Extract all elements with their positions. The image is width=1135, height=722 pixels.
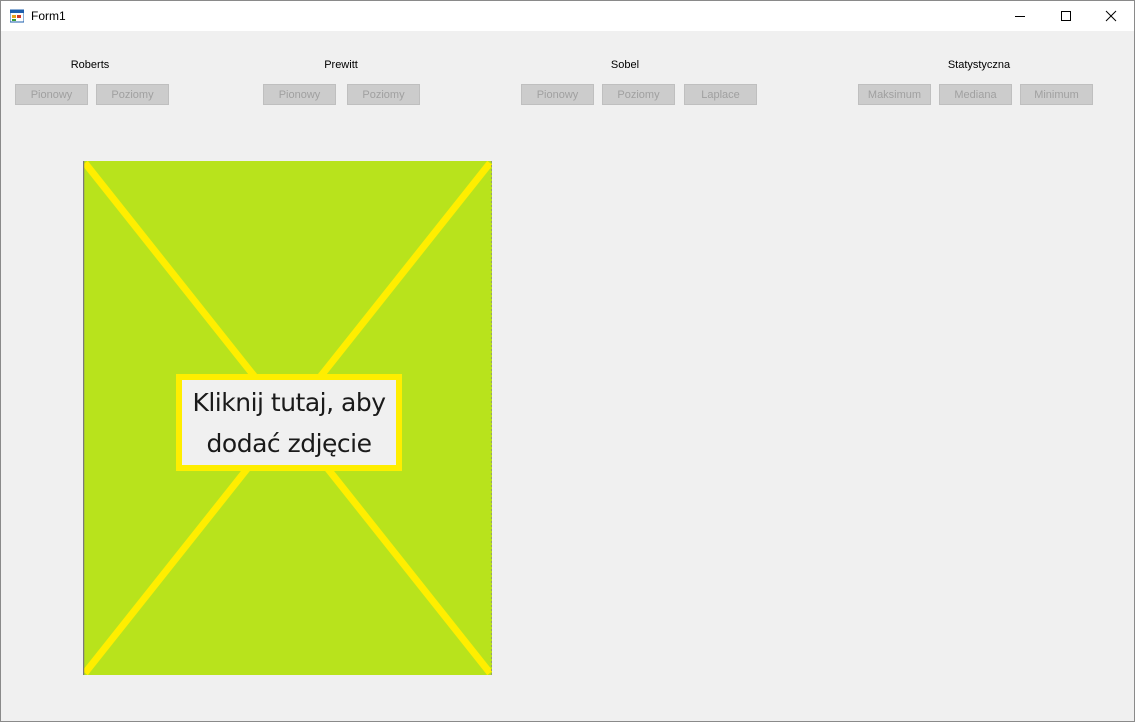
maximum-button[interactable]: Maksimum: [858, 84, 931, 105]
image-picture-box[interactable]: Kliknij tutaj, aby dodać zdjęcie: [83, 161, 492, 675]
sobel-laplace-button[interactable]: Laplace: [684, 84, 757, 105]
minimize-button[interactable]: [997, 1, 1043, 31]
main-window: Form1 Roberts Pionowy Poziomy Prewitt Pi…: [0, 0, 1135, 722]
add-image-prompt[interactable]: Kliknij tutaj, aby dodać zdjęcie: [176, 374, 402, 471]
prewitt-vertical-button[interactable]: Pionowy: [263, 84, 336, 105]
roberts-vertical-button[interactable]: Pionowy: [15, 84, 88, 105]
roberts-group-label: Roberts: [70, 59, 110, 71]
maximize-button[interactable]: [1043, 1, 1089, 31]
sobel-horizontal-button[interactable]: Poziomy: [602, 84, 675, 105]
window-title: Form1: [31, 9, 66, 23]
roberts-horizontal-button[interactable]: Poziomy: [96, 84, 169, 105]
statistical-group-label: Statystyczna: [947, 59, 1011, 71]
maximize-icon: [1061, 11, 1071, 21]
sobel-vertical-button[interactable]: Pionowy: [521, 84, 594, 105]
sobel-group-label: Sobel: [610, 59, 640, 71]
median-button[interactable]: Mediana: [939, 84, 1012, 105]
prewitt-group-label: Prewitt: [324, 59, 358, 71]
prompt-line-1: Kliknij tutaj, aby: [192, 387, 386, 417]
minimize-icon: [1015, 16, 1025, 17]
prewitt-horizontal-button[interactable]: Poziomy: [347, 84, 420, 105]
prompt-line-2: dodać zdjęcie: [206, 428, 372, 458]
minimum-button[interactable]: Minimum: [1020, 84, 1093, 105]
winforms-app-icon: [10, 9, 24, 23]
title-bar[interactable]: Form1: [1, 1, 1134, 31]
close-button[interactable]: [1088, 1, 1134, 31]
close-icon: [1105, 10, 1117, 22]
